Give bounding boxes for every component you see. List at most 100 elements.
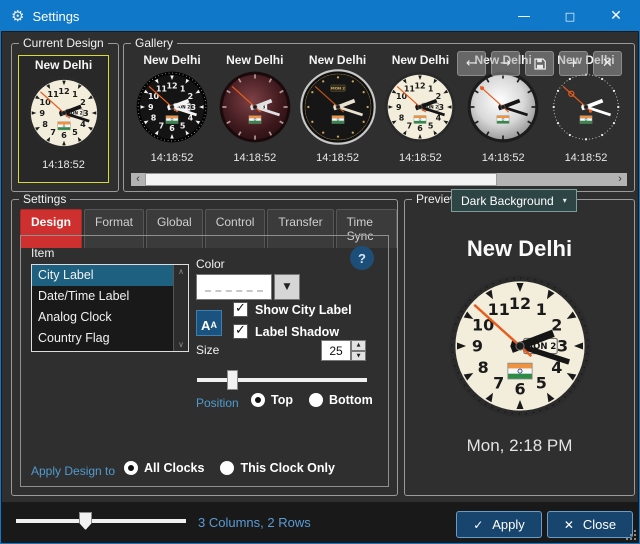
svg-text:6: 6	[61, 130, 67, 140]
add-design-button[interactable]: +	[559, 51, 588, 76]
color-swatch[interactable]	[196, 274, 272, 300]
item-list-option[interactable]: Country Flag	[32, 328, 188, 349]
help-button[interactable]: ?	[350, 246, 374, 270]
size-spinner[interactable]: 25 ▲ ▼	[321, 340, 367, 361]
close-window-button[interactable]: ✕	[593, 1, 639, 31]
preview-background-select[interactable]: Dark Background ▾	[451, 189, 577, 212]
analog-clock-thumbnail: MON 2	[300, 69, 376, 150]
font-button-glyph: A	[201, 319, 210, 332]
scroll-down-icon[interactable]: ∨	[178, 338, 184, 351]
chevron-down-icon: ▾	[563, 196, 567, 205]
clock-time: 14:18:52	[316, 152, 359, 164]
gallery-groupbox: Gallery New Delhi123456789101112MON 214:…	[123, 43, 635, 192]
save-design-button[interactable]	[525, 51, 554, 76]
slider-thumb[interactable]	[79, 512, 92, 530]
svg-text:9: 9	[39, 108, 45, 118]
svg-text:12: 12	[166, 82, 177, 91]
color-dropdown-arrow[interactable]: ▼	[274, 274, 300, 300]
gallery-clock-tile[interactable]: New Delhi314:18:52	[214, 53, 296, 165]
item-list-option[interactable]: Date/Time Label	[32, 286, 188, 307]
analog-clock-thumbnail	[465, 69, 541, 150]
scrollbar-thumb[interactable]	[145, 173, 497, 186]
gallery-toolbar: ←→ +✕	[457, 51, 622, 76]
svg-text:9: 9	[396, 103, 402, 112]
gallery-clock-tile[interactable]: New Delhi123456789101112MON 214:18:52	[131, 53, 213, 165]
gallery-clock-tile[interactable]: New Delhi123456789101112MON 214:18:52	[379, 53, 461, 165]
svg-text:6: 6	[514, 379, 525, 398]
close-button[interactable]: ✕ Close	[547, 511, 633, 538]
slider-thumb[interactable]	[227, 370, 238, 390]
svg-text:8: 8	[42, 119, 48, 129]
apply-button[interactable]: ✓ Apply	[456, 511, 542, 538]
clock-time: 14:18:52	[399, 152, 442, 164]
label-shadow-checkbox-row[interactable]: Label Shadow	[233, 324, 339, 339]
preview-datetime-label: Mon, 2:18 PM	[405, 436, 634, 456]
clock-city: New Delhi	[143, 53, 200, 67]
show-city-label-checkbox-row[interactable]: Show City Label	[233, 302, 352, 317]
scroll-right-button[interactable]: →	[491, 51, 520, 76]
maximize-button[interactable]: □	[547, 1, 593, 31]
svg-text:7: 7	[493, 374, 504, 393]
svg-text:9: 9	[148, 103, 154, 112]
position-label: Position	[196, 396, 239, 410]
svg-text:2: 2	[188, 92, 194, 101]
item-listbox[interactable]: City LabelDate/Time LabelAnalog ClockCou…	[31, 264, 189, 352]
svg-text:6: 6	[169, 124, 175, 133]
color-label: Color	[196, 257, 225, 271]
save-icon	[534, 58, 546, 70]
radio-this-clock-only[interactable]	[220, 461, 234, 475]
listbox-scrollbar[interactable]: ∧ ∨	[173, 265, 188, 351]
show-city-label-checkbox[interactable]	[233, 302, 248, 317]
radio-top[interactable]	[251, 393, 265, 407]
current-design-tile[interactable]: New Delhi 123456789101112MON 2 14:18:52	[18, 55, 109, 183]
scrollbar-right-arrow-icon[interactable]: ›	[613, 173, 627, 186]
svg-text:9: 9	[471, 337, 482, 356]
svg-text:12: 12	[58, 86, 69, 96]
grid-layout-slider[interactable]	[16, 512, 186, 536]
minimize-button[interactable]: —	[501, 1, 547, 31]
label-shadow-checkbox[interactable]	[233, 324, 248, 339]
spin-up-icon[interactable]: ▲	[351, 340, 366, 351]
slider-track[interactable]	[197, 378, 367, 382]
clock-time: 14:18:52	[565, 152, 608, 164]
clock-city: New Delhi	[392, 53, 449, 67]
apply-design-to-label: Apply Design to	[31, 464, 115, 478]
slider-track[interactable]	[16, 519, 186, 523]
position-radio-group: TopBottom	[251, 393, 383, 407]
clock-time: 14:18:52	[151, 152, 194, 164]
analog-clock-thumbnail: 123456789101112MON 2	[134, 69, 210, 150]
scroll-left-button[interactable]: ←	[457, 51, 486, 76]
item-list-option[interactable]: City Label	[32, 265, 188, 286]
size-label: Size	[196, 343, 219, 357]
svg-text:1: 1	[180, 84, 186, 93]
gallery-clock-tile[interactable]: New Delhi MON 2 14:18:52	[297, 53, 379, 165]
svg-text:2: 2	[436, 92, 442, 101]
radio-bottom[interactable]	[309, 393, 323, 407]
size-value[interactable]: 25	[321, 340, 351, 361]
svg-text:8: 8	[151, 114, 157, 123]
gallery-scrollbar[interactable]: ‹ ›	[131, 173, 627, 186]
svg-text:2: 2	[80, 97, 86, 107]
settings-gear-icon: ⚙	[11, 7, 24, 25]
resize-grip[interactable]	[634, 538, 636, 540]
item-list-option[interactable]: Analog Clock	[32, 307, 188, 328]
scroll-up-icon[interactable]: ∧	[178, 265, 184, 278]
delete-design-button[interactable]: ✕	[593, 51, 622, 76]
spin-down-icon[interactable]: ▼	[351, 351, 366, 362]
svg-text:MON 2: MON 2	[331, 86, 346, 91]
svg-text:3: 3	[439, 103, 445, 112]
svg-text:7: 7	[159, 121, 165, 130]
title-bar: ⚙ Settings — □ ✕	[1, 1, 639, 31]
scrollbar-left-arrow-icon[interactable]: ‹	[131, 173, 145, 186]
preview-background-value: Dark Background	[461, 194, 554, 208]
radio-all-clocks[interactable]	[124, 461, 138, 475]
clock-city: New Delhi	[309, 53, 366, 67]
svg-text:1: 1	[428, 84, 434, 93]
font-button[interactable]: A A	[196, 310, 222, 336]
size-slider[interactable]	[197, 370, 367, 390]
analog-clock-thumbnail	[548, 69, 624, 150]
radio-label: Top	[271, 393, 293, 407]
settings-groupbox: Settings DesignFormatGlobalControlTransf…	[11, 199, 398, 496]
svg-text:8: 8	[477, 358, 488, 377]
clock-city: New Delhi	[35, 58, 92, 72]
